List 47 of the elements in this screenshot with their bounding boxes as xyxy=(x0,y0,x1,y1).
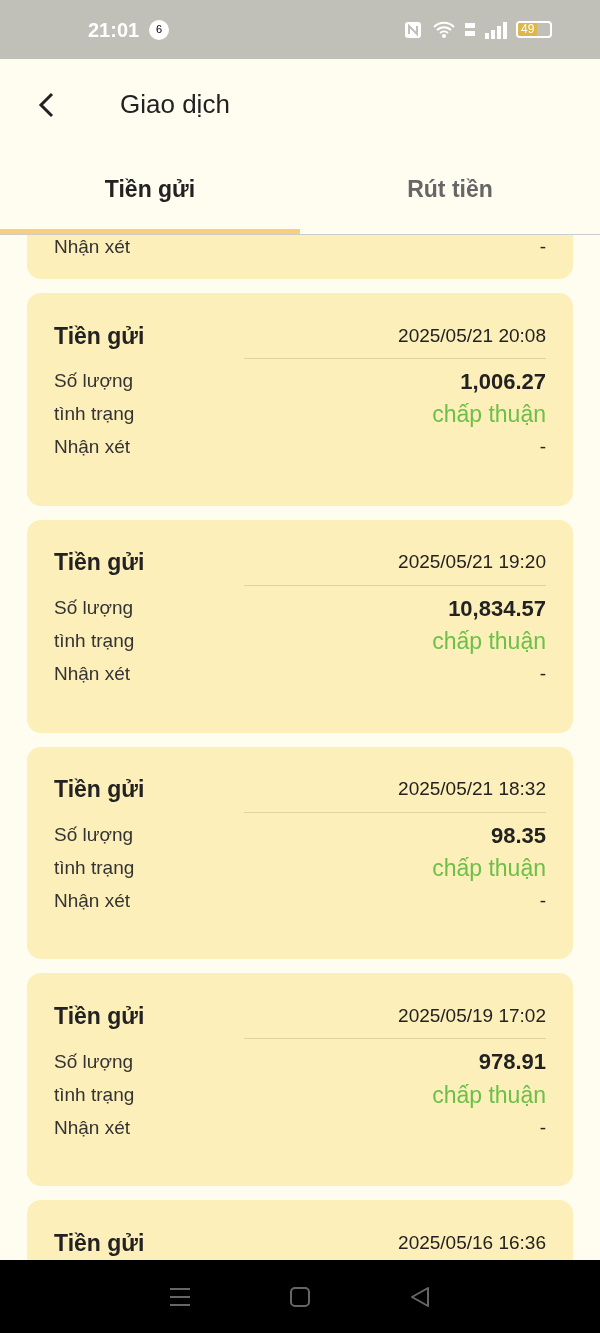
transaction-type: Tiền gửi xyxy=(54,321,145,351)
back-nav-icon[interactable] xyxy=(409,1285,431,1308)
field-label: Nhận xét xyxy=(54,435,131,460)
field-value: chấp thuận xyxy=(432,627,546,656)
field-label: tình trạng xyxy=(54,629,135,653)
field-label: Nhận xét xyxy=(54,662,131,686)
menu-icon[interactable] xyxy=(169,1286,191,1307)
field-value: 98.35 xyxy=(490,821,546,850)
transaction-date: 2025/05/21 18:32 xyxy=(398,777,546,802)
field-value: - xyxy=(539,435,546,460)
field-value: - xyxy=(539,235,546,260)
transaction-type: Tiền gửi xyxy=(54,548,145,578)
transaction-type: Tiền gửi xyxy=(54,775,145,805)
notification-badge: 6 xyxy=(149,19,170,40)
field-value: 10,834.57 xyxy=(448,594,546,623)
tab[interactable]: Rút tiền xyxy=(300,150,600,234)
transaction-date: 2025/05/21 19:20 xyxy=(398,550,546,575)
transaction-date: 2025/05/21 20:08 xyxy=(398,323,546,348)
field-value: chấp thuận xyxy=(432,1080,546,1110)
field-label: Nhận xét xyxy=(54,888,131,913)
field-value: - xyxy=(539,888,546,913)
field-label: Số lượng xyxy=(54,822,134,847)
transaction-date: 2025/05/19 17:02 xyxy=(398,1004,546,1029)
signal-icon xyxy=(484,20,508,39)
home-icon[interactable] xyxy=(289,1285,311,1308)
field-label: Số lượng xyxy=(54,1049,134,1074)
transaction-type: Tiền gửi xyxy=(54,1228,145,1258)
nfc-icon xyxy=(404,20,422,39)
field-label: tình trạng xyxy=(54,1082,135,1107)
field-value: 978.91 xyxy=(478,1048,546,1077)
field-label: Nhận xét xyxy=(54,235,131,260)
field-value: chấp thuận xyxy=(432,400,546,430)
page-title: Giao dịch xyxy=(120,88,230,121)
field-value: - xyxy=(539,1115,546,1140)
field-label: Số lượng xyxy=(54,369,134,394)
transaction-type: Tiền gửi xyxy=(54,1002,145,1032)
wifi-icon xyxy=(432,20,456,39)
field-label: tình trạng xyxy=(54,855,135,880)
clock-text: 21:01 xyxy=(88,17,140,43)
field-label: Số lượng xyxy=(54,596,134,620)
battery-indicator: 49 xyxy=(516,21,552,38)
field-value: chấp thuận xyxy=(432,853,546,883)
field-label: Nhận xét xyxy=(54,1115,131,1140)
field-label: tình trạng xyxy=(54,402,135,427)
field-value: 1,006.27 xyxy=(460,367,546,396)
field-value: - xyxy=(539,662,546,686)
transaction-date: 2025/05/16 16:36 xyxy=(398,1230,546,1255)
